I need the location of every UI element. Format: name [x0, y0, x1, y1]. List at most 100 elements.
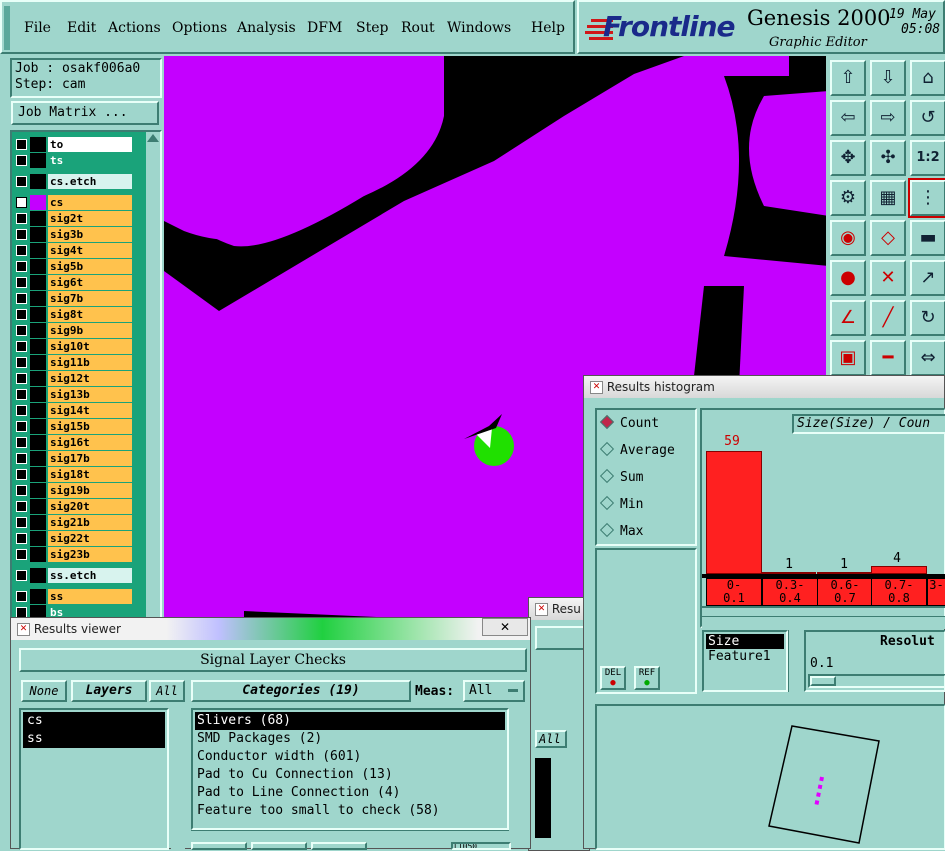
layer-list-scrollbar[interactable] [171, 708, 185, 850]
menu-options[interactable]: Options [172, 20, 227, 36]
layer-checkbox[interactable] [16, 485, 27, 496]
layer-row-sig4t[interactable]: sig4t [14, 243, 132, 258]
layer-name[interactable]: ts [48, 153, 132, 168]
categories-button[interactable]: Categories (19) [191, 680, 411, 702]
layer-color-swatch[interactable] [30, 174, 46, 189]
layer-row-cs[interactable]: cs [14, 195, 132, 210]
layer-checkbox[interactable] [16, 549, 27, 560]
layer-color-swatch[interactable] [30, 275, 46, 290]
layer-checkbox[interactable] [16, 261, 27, 272]
chart-scrollbar[interactable] [702, 616, 945, 629]
layer-name[interactable]: sig5b [48, 259, 132, 274]
layer-color-swatch[interactable] [30, 419, 46, 434]
layer-checkbox[interactable] [16, 421, 27, 432]
layer-color-swatch[interactable] [30, 291, 46, 306]
zoom-fit-icon[interactable]: ✣ [870, 140, 906, 176]
ruler-icon[interactable]: ▬ [910, 220, 945, 256]
layer-name[interactable]: sig3b [48, 227, 132, 242]
layer-name[interactable]: ss [48, 589, 132, 604]
layer-row-sig12t[interactable]: sig12t [14, 371, 132, 386]
layer-row-sig9b[interactable]: sig9b [14, 323, 132, 338]
layer-checkbox[interactable] [16, 309, 27, 320]
layer-checkbox[interactable] [16, 517, 27, 528]
none-button[interactable]: None [21, 680, 67, 702]
layer-color-swatch[interactable] [30, 323, 46, 338]
move-up-icon[interactable]: ⇧ [830, 60, 866, 96]
layer-row-sig5b[interactable]: sig5b [14, 259, 132, 274]
layer-color-swatch[interactable] [30, 568, 46, 583]
radio-sum[interactable]: Sum [599, 468, 643, 485]
layer-row-ts[interactable]: ts [14, 153, 132, 168]
slider-handle[interactable] [810, 676, 836, 686]
menu-windows[interactable]: Windows [447, 20, 511, 36]
layer-row-sig22t[interactable]: sig22t [14, 531, 132, 546]
layer-color-swatch[interactable] [30, 483, 46, 498]
histogram-bar[interactable] [871, 566, 927, 574]
layer-row-sig11b[interactable]: sig11b [14, 355, 132, 370]
layer-checkbox[interactable] [16, 197, 27, 208]
layer-row-sig23b[interactable]: sig23b [14, 547, 132, 562]
connect-icon[interactable]: ● [830, 260, 866, 296]
radio-min[interactable]: Min [599, 495, 643, 512]
all-button[interactable]: All [149, 680, 185, 702]
close-icon[interactable]: ✕ [590, 381, 603, 394]
layer-row-sig18t[interactable]: sig18t [14, 467, 132, 482]
layer-checkbox[interactable] [16, 437, 27, 448]
layer-color-swatch[interactable] [30, 259, 46, 274]
layer-row-sig14t[interactable]: sig14t [14, 403, 132, 418]
category-item-selected[interactable]: Slivers (68) [195, 712, 505, 730]
layer-color-swatch[interactable] [30, 227, 46, 242]
fit-screen-icon[interactable]: ✥ [830, 140, 866, 176]
layer-name[interactable]: cs [48, 195, 132, 210]
layer-name[interactable]: sig2t [48, 211, 132, 226]
del-button[interactable]: DEL ● [600, 666, 626, 690]
layer-name[interactable]: sig16t [48, 435, 132, 450]
layer-row-ss-etch[interactable]: ss.etch [14, 568, 132, 583]
layer-color-swatch[interactable] [30, 307, 46, 322]
layer-color-swatch[interactable] [30, 195, 46, 210]
rotate-icon[interactable]: ↻ [910, 300, 945, 336]
layer-name[interactable]: sig23b [48, 547, 132, 562]
layer-color-swatch[interactable] [30, 515, 46, 530]
layer-row-sig16t[interactable]: sig16t [14, 435, 132, 450]
layer-name[interactable]: sig9b [48, 323, 132, 338]
fit-width-icon[interactable]: ⇔ [910, 340, 945, 376]
layer-color-swatch[interactable] [30, 211, 46, 226]
menu-analysis[interactable]: Analysis [237, 20, 296, 36]
layer-color-swatch[interactable] [30, 153, 46, 168]
histogram-titlebar[interactable]: ✕ Results histogram [584, 376, 944, 398]
line-icon[interactable]: ╱ [870, 300, 906, 336]
layer-name[interactable]: sig4t [48, 243, 132, 258]
menu-file[interactable]: File [24, 20, 51, 36]
layer-name[interactable]: sig6t [48, 275, 132, 290]
menu-dfm[interactable]: DFM [307, 20, 342, 36]
select-icon[interactable]: ◉ [830, 220, 866, 256]
move-left-icon[interactable]: ⇦ [830, 100, 866, 136]
layer-row-sig3b[interactable]: sig3b [14, 227, 132, 242]
back-window-tab[interactable] [535, 626, 587, 650]
ref-button[interactable]: REF ● [634, 666, 660, 690]
layer-color-swatch[interactable] [30, 355, 46, 370]
polygon-icon[interactable]: ◇ [870, 220, 906, 256]
layer-checkbox[interactable] [16, 389, 27, 400]
layer-item[interactable]: ss [23, 730, 165, 748]
undo-zoom-icon[interactable]: ↺ [910, 100, 945, 136]
layer-checkbox[interactable] [16, 293, 27, 304]
viewer-layer-list[interactable]: cs ss [19, 708, 169, 850]
layer-row-ss[interactable]: ss [14, 589, 132, 604]
layer-color-swatch[interactable] [30, 531, 46, 546]
layer-item[interactable]: cs [23, 712, 165, 730]
layer-checkbox[interactable] [16, 469, 27, 480]
layer-name[interactable]: sig18t [48, 467, 132, 482]
snap-icon[interactable]: ↗ [910, 260, 945, 296]
field-item[interactable]: Feature1 [706, 649, 784, 664]
layer-row-sig21b[interactable]: sig21b [14, 515, 132, 530]
layer-name[interactable]: sig22t [48, 531, 132, 546]
layer-color-swatch[interactable] [30, 499, 46, 514]
move-down-icon[interactable]: ⇩ [870, 60, 906, 96]
settings-tool-icon[interactable]: ⚙ [830, 180, 866, 216]
layer-name[interactable]: sig19b [48, 483, 132, 498]
radio-max[interactable]: Max [599, 522, 643, 539]
field-list[interactable]: Size Feature1 [702, 630, 788, 692]
job-matrix-button[interactable]: Job Matrix ... [11, 101, 159, 125]
